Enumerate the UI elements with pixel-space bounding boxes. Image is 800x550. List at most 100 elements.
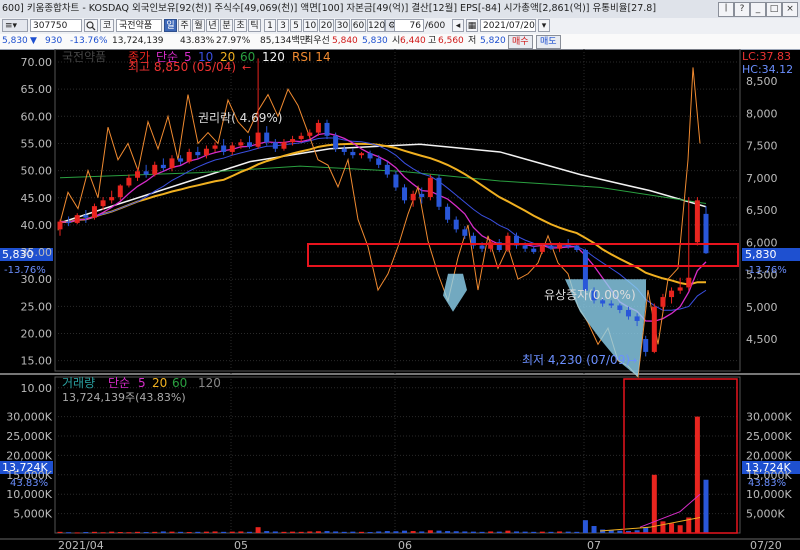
volume-bar xyxy=(522,531,528,533)
candle-body xyxy=(169,158,175,169)
volume-bar xyxy=(100,532,106,534)
volume-bar xyxy=(470,531,476,533)
volume-bar xyxy=(514,531,520,533)
stock-code-input[interactable]: 307750 xyxy=(30,19,82,32)
right-price-tag-text: 5,830 xyxy=(745,248,777,261)
candle-body xyxy=(246,142,252,147)
pin-button[interactable]: ㅣ xyxy=(718,2,734,17)
period-tab-5[interactable]: 초 xyxy=(234,19,247,32)
rsi-axis-label: 15.00 xyxy=(21,355,53,368)
candle-body xyxy=(315,122,321,133)
sell-button[interactable]: 매도 xyxy=(536,35,561,49)
volume-bar xyxy=(74,532,80,534)
period-tab-4[interactable]: 분 xyxy=(220,19,233,32)
period-tab-0[interactable]: 일 xyxy=(164,19,177,32)
minimize-button[interactable]: _ xyxy=(750,2,766,17)
candle-body xyxy=(574,245,580,250)
volume-bar xyxy=(453,531,459,533)
volume-bar xyxy=(677,525,683,533)
minute-tab-120[interactable]: 120 xyxy=(367,19,385,32)
minute-tab-5[interactable]: 5 xyxy=(290,19,302,32)
candle-body xyxy=(643,339,649,352)
close-button[interactable]: × xyxy=(782,2,798,17)
candle-body xyxy=(212,145,218,149)
volume-bar xyxy=(109,531,115,533)
volume-bar xyxy=(238,531,244,533)
candle-body xyxy=(109,197,115,201)
minute-tab-30[interactable]: 30 xyxy=(335,19,350,32)
prev-arrow-icon[interactable]: ◂ xyxy=(452,19,464,32)
quote-bar: 5,830 ▼ 930 -13.76% 13,724,139 43.83% 27… xyxy=(0,34,800,50)
volume-axis-right: 25,000K xyxy=(746,430,792,443)
high-price: 6,560 xyxy=(438,36,464,46)
volume-bar xyxy=(160,531,166,533)
period-tab-1[interactable]: 주 xyxy=(178,19,191,32)
volume-bar xyxy=(651,474,657,533)
volume-bar xyxy=(186,532,192,534)
buy-button[interactable]: 매수 xyxy=(508,35,533,49)
minute-tab-10[interactable]: 10 xyxy=(303,19,318,32)
minute-tab-1[interactable]: 1 xyxy=(264,19,276,32)
search-icon[interactable] xyxy=(84,19,98,32)
stock-name-field[interactable]: 국전약품 xyxy=(116,19,162,32)
candle-body xyxy=(669,290,675,298)
right-pct-tag: -13.76% xyxy=(745,265,787,276)
candle-body xyxy=(307,132,313,136)
candle-body xyxy=(427,177,433,198)
candle-body xyxy=(324,122,330,136)
volume-bar xyxy=(669,523,675,533)
date-axis-label: 2021/04 xyxy=(58,539,104,550)
volume-bar xyxy=(462,531,468,533)
volume-bar xyxy=(565,531,571,533)
date-input[interactable]: 2021/07/20 xyxy=(480,19,536,32)
candle-body xyxy=(238,142,244,146)
volume-axis-left: 10,000K xyxy=(6,488,52,501)
candle-body xyxy=(677,287,683,291)
market-button[interactable]: 코 xyxy=(100,19,114,32)
candle-body xyxy=(651,306,657,352)
volume-bar xyxy=(57,531,63,533)
candle-body xyxy=(74,215,80,223)
menu-icon[interactable]: ≡▾ xyxy=(2,19,28,32)
volume-bar xyxy=(367,532,373,534)
maximize-button[interactable]: □ xyxy=(766,2,782,17)
period-tab-6[interactable]: 틱 xyxy=(248,19,261,32)
volume-bar xyxy=(488,531,494,533)
volume-bar xyxy=(703,479,709,533)
price-axis-label: 7,000 xyxy=(746,172,778,185)
change-percent: -13.76% xyxy=(70,36,108,46)
volume-bar xyxy=(582,520,588,533)
candle-body xyxy=(160,164,166,169)
rsi-axis-label: 70.00 xyxy=(21,56,53,69)
legend-rsi-label: RSI 14 xyxy=(292,50,331,64)
period-tab-3[interactable]: 년 xyxy=(206,19,219,32)
candle-body xyxy=(264,132,270,143)
volume-value: 13,724,139 xyxy=(112,36,164,46)
count-total: /600 xyxy=(425,21,446,31)
minute-tab-60[interactable]: 60 xyxy=(351,19,366,32)
candle-body xyxy=(66,221,72,223)
candle-body xyxy=(410,193,416,201)
volume-bar xyxy=(203,531,209,533)
period-tab-2[interactable]: 월 xyxy=(192,19,205,32)
volume-bar xyxy=(402,530,408,533)
minute-tab-3[interactable]: 3 xyxy=(277,19,289,32)
count-input[interactable]: 76 xyxy=(394,19,424,32)
candle-body xyxy=(255,132,261,147)
volume-bar xyxy=(178,531,184,533)
candle-body xyxy=(436,177,442,207)
rsi-axis-label: 10.00 xyxy=(21,382,53,395)
date-picker-icon[interactable]: ▾ xyxy=(538,19,550,32)
volume-axis-left: 5,000K xyxy=(13,508,52,521)
volume-bar xyxy=(272,531,278,533)
volume-bar xyxy=(539,531,545,533)
stock-chart[interactable]: 70.0065.0060.0055.0050.0045.0040.0035.00… xyxy=(0,49,800,550)
calendar-icon[interactable]: ▦ xyxy=(466,19,478,32)
volume-bar xyxy=(496,531,502,533)
right-volume-pct: 43.83% xyxy=(748,478,786,489)
right-volume-tag-text: 13,724K xyxy=(745,461,791,474)
help-button[interactable]: ? xyxy=(734,2,750,17)
minute-tab-20[interactable]: 20 xyxy=(319,19,334,32)
candle-body xyxy=(419,193,425,198)
candle-body xyxy=(186,151,192,162)
